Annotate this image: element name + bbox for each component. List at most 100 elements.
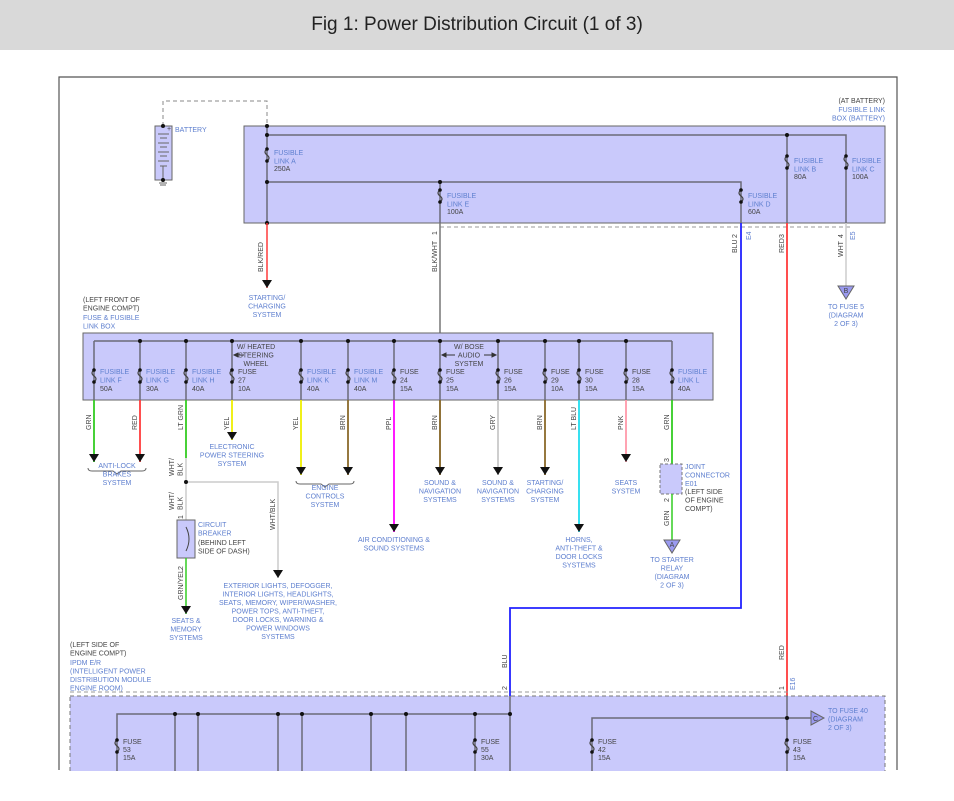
- fusible-link-d-rating: 60A: [748, 209, 761, 216]
- seats-memory-label: SEATS & MEMORY SYSTEMS: [169, 618, 203, 642]
- text-line: BLK: [178, 462, 185, 476]
- circuit-breaker-label: CIRCUIT BREAKER: [198, 522, 231, 538]
- text-line: EXTERIOR LIGHTS, DEFOGGER,: [224, 583, 333, 590]
- text-line: SEATS, MEMORY, WIPER/WASHER,: [219, 600, 337, 607]
- arrow-head-icon: [621, 454, 631, 462]
- text-line: LINK A: [274, 159, 296, 166]
- text-line: TO STARTER: [650, 557, 694, 564]
- text-line: ANTI-THEFT &: [555, 546, 603, 553]
- text-line: LINK E: [447, 202, 470, 209]
- text-line: ENGINE ROOM): [70, 686, 123, 693]
- arrow-head-icon: [227, 432, 237, 440]
- wire-label-wht: WHT: [838, 240, 845, 257]
- battery-plus: +: [167, 126, 171, 133]
- arrow-head-icon: [273, 570, 283, 578]
- fuse-rating: 10A: [551, 386, 564, 393]
- text-line: SYSTEM: [531, 497, 560, 504]
- text-line: FUSE: [632, 369, 651, 376]
- text-line: FUSE: [585, 369, 604, 376]
- ipdm-pin-1: 1: [779, 686, 786, 690]
- text-line: (DIAGRAM: [655, 574, 690, 581]
- fuse-53-label: FUSE: [123, 739, 142, 746]
- text-line: TO FUSE 5: [828, 304, 864, 311]
- circuit-breaker-location: (BEHIND LEFT SIDE OF DASH): [198, 540, 250, 556]
- wire-color-label: BRN: [537, 415, 544, 430]
- text-line: BRAKES: [103, 472, 132, 479]
- wire-label-wht-blk-branch: WHT/BLK: [270, 499, 277, 530]
- text-line: DOOR LOCKS, WARNING &: [233, 617, 324, 624]
- text-line: SYSTEM: [253, 312, 282, 319]
- text-line: (LEFT SIDE OF: [70, 642, 119, 649]
- text-line: STEERING: [238, 353, 274, 360]
- fuse-rating: 10A: [238, 386, 251, 393]
- arrow-head-icon: [135, 454, 145, 462]
- top-box-location: (AT BATTERY): [838, 98, 885, 105]
- text-line: AUDIO: [458, 353, 481, 360]
- text-line: NAVIGATION: [477, 489, 519, 496]
- text-line: 30: [585, 378, 593, 385]
- ipdm-pin-2: 2: [502, 686, 509, 690]
- fuse-rating: 40A: [678, 386, 691, 393]
- wire-color-label: RED: [132, 415, 139, 430]
- text-line: SYSTEMS: [261, 634, 295, 641]
- text-line: INTERIOR LIGHTS, HEADLIGHTS,: [222, 592, 333, 599]
- text-line: FUSIBLE: [447, 193, 477, 200]
- arrow-head-icon: [574, 524, 584, 532]
- fuse-box-location: (LEFT FRONT OF ENGINE COMPT): [83, 297, 140, 313]
- text-line: CHARGING: [526, 489, 564, 496]
- arrow-head-icon: [540, 467, 550, 475]
- text-line: (LEFT FRONT OF: [83, 297, 140, 304]
- text-line: HORNS,: [565, 537, 592, 544]
- fuse-55-label: FUSE: [481, 739, 500, 746]
- fusible-link-b-rating: 80A: [794, 174, 807, 181]
- text-line: CIRCUIT: [198, 522, 227, 529]
- text-line: (BEHIND LEFT: [198, 540, 247, 547]
- wire-color-label: PNK: [618, 415, 625, 430]
- fuse-55-number: 55: [481, 747, 489, 754]
- text-line: BLK: [178, 496, 185, 510]
- text-line: ELECTRONIC: [209, 444, 254, 451]
- text-line: COMPT): [685, 506, 713, 513]
- pin-4: 4: [838, 234, 845, 238]
- text-line: SYSTEMS: [481, 497, 515, 504]
- joint-pin-2: 2: [664, 498, 671, 502]
- text-line: FUSE: [551, 369, 570, 376]
- wire-label-red-ipdm: RED: [779, 645, 786, 660]
- fuse-rating: 15A: [504, 386, 517, 393]
- text-line: FUSIBLE: [678, 369, 708, 376]
- wire-label-grn-joint: GRN: [664, 510, 671, 526]
- text-line: FUSIBLE: [852, 158, 882, 165]
- text-line: FUSE: [504, 369, 523, 376]
- fuse-fusible-link-box: [82, 332, 714, 401]
- text-line: CONTROLS: [306, 494, 345, 501]
- pin-1: 1: [432, 231, 439, 235]
- fuse-42-number: 42: [598, 747, 606, 754]
- text-line: FUSIBLE: [274, 150, 304, 157]
- wiring-diagram: + BATTERY (AT BATTERY) FUSIBLE LINK BOX (…: [0, 76, 954, 801]
- text-line: 27: [238, 378, 246, 385]
- wire-color-label: GRY: [490, 415, 497, 430]
- text-line: (DIAGRAM: [828, 717, 863, 724]
- text-line: FUSIBLE: [192, 369, 222, 376]
- text-line: POWER TOPS, ANTI-THEFT,: [232, 609, 325, 616]
- text-line: FUSE: [238, 369, 257, 376]
- fusible-link-e-rating: 100A: [447, 209, 464, 216]
- arrow-head-icon: [262, 280, 272, 288]
- fusible-link-box-battery: [243, 125, 886, 224]
- ipdm-er-box: [69, 695, 886, 777]
- to-fuse-40-symbol: C: [813, 716, 818, 723]
- text-line: JOINT: [685, 464, 706, 471]
- text-line: SYSTEM: [311, 502, 340, 509]
- text-line: 2 OF 3): [828, 725, 852, 732]
- text-line: CHARGING: [248, 304, 286, 311]
- wire-color-label: BRN: [432, 415, 439, 430]
- connector-e5: E5: [850, 231, 857, 240]
- text-line: SYSTEMS: [423, 497, 457, 504]
- wire-color-label: YEL: [293, 417, 300, 430]
- text-line: WHT/: [169, 458, 176, 476]
- text-line: FUSIBLE: [100, 369, 130, 376]
- text-line: 28: [632, 378, 640, 385]
- text-line: WHEEL: [244, 361, 269, 368]
- text-line: 26: [504, 378, 512, 385]
- pin-2: 2: [732, 234, 739, 238]
